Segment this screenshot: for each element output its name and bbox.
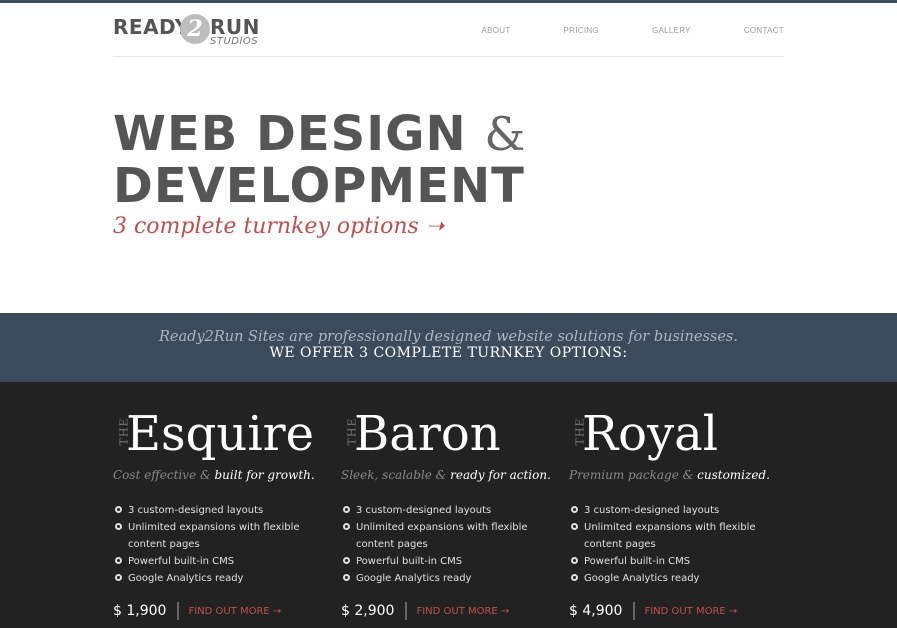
feature-text: Powerful built-in CMS bbox=[584, 556, 691, 567]
package-description: Cost effective & built for growth. bbox=[113, 468, 315, 482]
package-desc-em: built for growth. bbox=[214, 468, 315, 482]
package-price: $ 4,900 bbox=[569, 603, 623, 619]
package-desc-plain: Sleek, scalable & bbox=[341, 468, 451, 482]
bullet-icon bbox=[343, 523, 350, 530]
logo[interactable]: READY 2 RUN STUDIOS bbox=[113, 14, 263, 47]
feature-list: 3 custom-designed layouts Unlimited expa… bbox=[113, 502, 333, 587]
package-desc-plain: Premium package & bbox=[569, 468, 698, 482]
intro-band: Ready2Run Sites are professionally desig… bbox=[0, 313, 897, 382]
nav-pricing[interactable]: PRICING bbox=[564, 26, 599, 35]
intro-text: Ready2Run Sites are professionally desig… bbox=[159, 329, 738, 345]
feature-item: Google Analytics ready bbox=[113, 570, 333, 587]
package-desc-plain: Cost effective & bbox=[113, 468, 215, 482]
package-name: Royal bbox=[582, 406, 719, 462]
package-name: Esquire bbox=[126, 406, 315, 462]
feature-item: 3 custom-designed layouts bbox=[341, 502, 561, 519]
feature-text: Powerful built-in CMS bbox=[128, 556, 235, 567]
feature-item: Unlimited expansions with flexible conte… bbox=[569, 519, 789, 553]
bullet-icon bbox=[571, 523, 578, 530]
intro-heading: WE OFFER 3 COMPLETE TURNKEY OPTIONS: bbox=[269, 345, 628, 361]
bullet-icon bbox=[115, 506, 122, 513]
bullet-icon bbox=[115, 557, 122, 564]
package-desc-em: customized. bbox=[697, 468, 770, 482]
feature-item: Unlimited expansions with flexible conte… bbox=[341, 519, 561, 553]
hero-title-ampersand: & bbox=[484, 107, 527, 161]
feature-item: Google Analytics ready bbox=[341, 570, 561, 587]
hero-title: WEB DESIGN & DEVELOPMENT bbox=[113, 108, 526, 212]
nav-gallery[interactable]: GALLERY bbox=[652, 26, 691, 35]
bullet-icon bbox=[571, 574, 578, 581]
packages-section: THE Esquire Cost effective & built for g… bbox=[0, 382, 897, 628]
feature-item: Unlimited expansions with flexible conte… bbox=[113, 519, 333, 553]
nav-about[interactable]: ABOUT bbox=[481, 26, 510, 35]
bullet-icon bbox=[343, 574, 350, 581]
feature-item: 3 custom-designed layouts bbox=[113, 502, 333, 519]
feature-text: 3 custom-designed layouts bbox=[356, 505, 492, 516]
feature-list: 3 custom-designed layouts Unlimited expa… bbox=[341, 502, 561, 587]
feature-item: Powerful built-in CMS bbox=[113, 553, 333, 570]
feature-text: Unlimited expansions with flexible conte… bbox=[128, 522, 300, 550]
package-desc-em: ready for action. bbox=[450, 468, 551, 482]
feature-item: Powerful built-in CMS bbox=[569, 553, 789, 570]
price-bar: $ 4,900 FIND OUT MORE → bbox=[569, 602, 737, 620]
price-divider bbox=[177, 602, 180, 620]
bullet-icon bbox=[571, 506, 578, 513]
main-nav: ABOUT PRICING GALLERY CONTACT bbox=[428, 26, 784, 35]
feature-item: 3 custom-designed layouts bbox=[569, 502, 789, 519]
feature-item: Google Analytics ready bbox=[569, 570, 789, 587]
feature-text: Google Analytics ready bbox=[128, 573, 244, 584]
logo-word-ready: READY bbox=[113, 15, 190, 39]
find-out-more-link[interactable]: FIND OUT MORE → bbox=[644, 606, 737, 617]
bullet-icon bbox=[571, 557, 578, 564]
bullet-icon bbox=[343, 557, 350, 564]
feature-text: Unlimited expansions with flexible conte… bbox=[584, 522, 756, 550]
feature-text: 3 custom-designed layouts bbox=[128, 505, 264, 516]
feature-text: Google Analytics ready bbox=[356, 573, 472, 584]
find-out-more-link[interactable]: FIND OUT MORE → bbox=[188, 606, 281, 617]
feature-list: 3 custom-designed layouts Unlimited expa… bbox=[569, 502, 789, 587]
site-header: READY 2 RUN STUDIOS ABOUT PRICING GALLER… bbox=[113, 3, 784, 57]
logo-circle-icon: 2 bbox=[180, 14, 210, 44]
hero-title-line1: WEB DESIGN bbox=[113, 106, 467, 162]
nav-contact[interactable]: CONTACT bbox=[744, 26, 784, 35]
bullet-icon bbox=[343, 506, 350, 513]
hero: WEB DESIGN & DEVELOPMENT 3 complete turn… bbox=[113, 108, 526, 239]
price-bar: $ 2,900 FIND OUT MORE → bbox=[341, 602, 509, 620]
bullet-icon bbox=[115, 574, 122, 581]
package-name: Baron bbox=[354, 406, 501, 462]
feature-text: 3 custom-designed layouts bbox=[584, 505, 720, 516]
feature-text: Google Analytics ready bbox=[584, 573, 700, 584]
package-price: $ 1,900 bbox=[113, 603, 167, 619]
price-bar: $ 1,900 FIND OUT MORE → bbox=[113, 602, 281, 620]
feature-text: Unlimited expansions with flexible conte… bbox=[356, 522, 528, 550]
package-description: Premium package & customized. bbox=[569, 468, 770, 482]
package-price: $ 2,900 bbox=[341, 603, 395, 619]
logo-subtitle: STUDIOS bbox=[210, 36, 259, 47]
feature-text: Powerful built-in CMS bbox=[356, 556, 463, 567]
hero-title-line2: DEVELOPMENT bbox=[113, 158, 525, 214]
price-divider bbox=[633, 602, 636, 620]
hero-tagline-link[interactable]: 3 complete turnkey options ➝ bbox=[113, 214, 526, 239]
find-out-more-link[interactable]: FIND OUT MORE → bbox=[416, 606, 509, 617]
price-divider bbox=[405, 602, 408, 620]
feature-item: Powerful built-in CMS bbox=[341, 553, 561, 570]
bullet-icon bbox=[115, 523, 122, 530]
package-description: Sleek, scalable & ready for action. bbox=[341, 468, 551, 482]
